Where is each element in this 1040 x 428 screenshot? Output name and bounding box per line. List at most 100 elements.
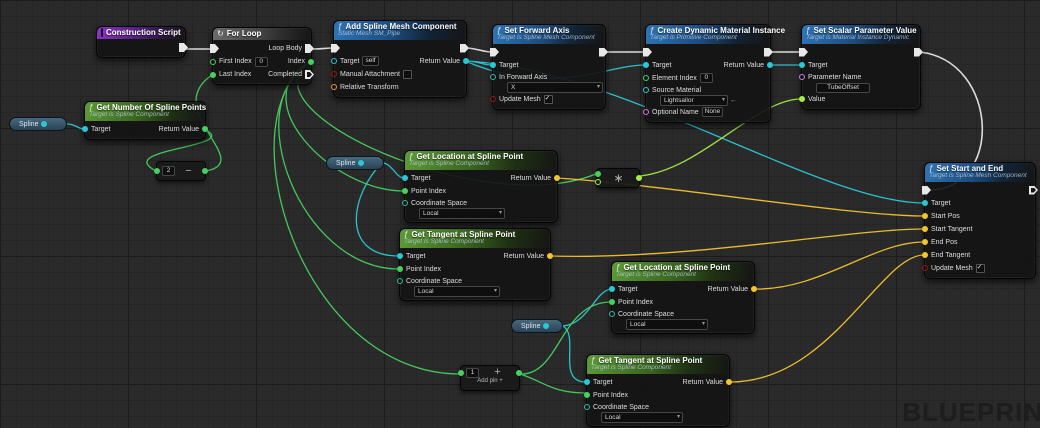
exec-out-pin[interactable] bbox=[764, 48, 773, 57]
target-pin[interactable] bbox=[643, 62, 649, 68]
completed-pin[interactable] bbox=[305, 70, 314, 79]
exec-in-pin[interactable] bbox=[490, 48, 499, 57]
start-tangent-pin[interactable] bbox=[922, 226, 928, 232]
return-value-pin[interactable] bbox=[767, 62, 773, 68]
point-index-pin[interactable] bbox=[397, 266, 403, 272]
point-index-pin[interactable] bbox=[402, 188, 408, 194]
optional-name-input[interactable]: None bbox=[701, 107, 724, 117]
source-material-pin[interactable] bbox=[643, 87, 649, 93]
in-forward-axis-dropdown[interactable]: X bbox=[507, 82, 603, 93]
wire-object[interactable] bbox=[355, 162, 400, 257]
point-index-pin[interactable] bbox=[584, 392, 590, 398]
spline-output-pin[interactable] bbox=[41, 121, 48, 127]
target-pin[interactable] bbox=[609, 286, 615, 292]
exec-in-pin[interactable] bbox=[331, 44, 340, 53]
end-tangent-pin[interactable] bbox=[922, 252, 928, 258]
coordinate-space-pin[interactable] bbox=[397, 278, 403, 284]
target-pin[interactable] bbox=[922, 200, 928, 206]
multiply-input-b-pin[interactable] bbox=[595, 179, 601, 185]
return-value-pin[interactable] bbox=[726, 379, 732, 385]
start-pos-pin[interactable] bbox=[922, 213, 928, 219]
add-value-input[interactable]: 1 bbox=[466, 367, 479, 378]
parameter-name-pin[interactable] bbox=[799, 74, 805, 80]
subtract-input-pin[interactable] bbox=[154, 168, 160, 174]
target-pin[interactable] bbox=[490, 62, 496, 68]
end-pos-pin[interactable] bbox=[922, 239, 928, 245]
exec-in-pin[interactable] bbox=[643, 48, 652, 57]
wire-object[interactable] bbox=[381, 162, 405, 179]
coordinate-space-dropdown[interactable]: Local bbox=[419, 208, 505, 219]
wire-exec[interactable] bbox=[464, 47, 493, 53]
coordinate-space-dropdown[interactable]: Local bbox=[601, 412, 683, 423]
multiply-output-pin[interactable] bbox=[636, 175, 642, 181]
coordinate-space-pin[interactable] bbox=[402, 200, 408, 206]
exec-out-pin[interactable] bbox=[460, 44, 469, 53]
coordinate-space-pin[interactable] bbox=[584, 404, 590, 410]
node-get-location-at-spline-point-end[interactable]: ƒ Get Location at Spline Point Target is… bbox=[609, 261, 757, 334]
target-pin[interactable] bbox=[799, 62, 805, 68]
element-index-input[interactable]: 0 bbox=[699, 73, 713, 83]
return-value-pin[interactable] bbox=[463, 58, 469, 64]
in-forward-axis-pin[interactable] bbox=[490, 74, 496, 80]
blueprint-graph-canvas[interactable]: BLUEPRINT Construction Script ↻ For Loop… bbox=[0, 0, 1040, 428]
add-input-pin[interactable] bbox=[458, 369, 464, 376]
coordinate-space-dropdown[interactable]: Local bbox=[626, 319, 708, 330]
subtract-value-input[interactable]: 2 bbox=[162, 166, 175, 176]
update-mesh-pin[interactable] bbox=[490, 96, 496, 102]
subtract-output-pin[interactable] bbox=[202, 168, 208, 174]
exec-in-pin[interactable] bbox=[799, 48, 808, 57]
target-pin[interactable] bbox=[402, 175, 408, 181]
variable-get-spline-1[interactable]: Spline bbox=[9, 117, 67, 131]
node-set-forward-axis[interactable]: ƒ Set Forward Axis Target is Spline Mesh… bbox=[490, 24, 608, 110]
exec-out-pin[interactable] bbox=[179, 43, 188, 52]
node-multiply[interactable]: ∗ bbox=[595, 168, 642, 188]
exec-out-pin[interactable] bbox=[599, 48, 608, 57]
target-pin[interactable] bbox=[584, 379, 590, 385]
target-pin[interactable] bbox=[397, 253, 403, 259]
node-get-location-at-spline-point-start[interactable]: ƒ Get Location at Spline Point Target is… bbox=[402, 150, 560, 223]
value-pin[interactable] bbox=[799, 96, 805, 102]
point-index-pin[interactable] bbox=[609, 299, 615, 305]
node-get-tangent-at-spline-point-end[interactable]: ƒ Get Tangent at Spline Point Target is … bbox=[584, 354, 732, 427]
index-pin[interactable] bbox=[308, 58, 314, 65]
variable-get-spline-3[interactable]: Spline bbox=[511, 319, 563, 333]
add-pin-button[interactable]: Add pin + bbox=[463, 378, 517, 385]
node-set-scalar-parameter-value[interactable]: ƒ Set Scalar Parameter Value Target is M… bbox=[799, 24, 921, 110]
node-add-spline-mesh-component[interactable]: ƒ Add Spline Mesh Component Static Mesh … bbox=[331, 20, 469, 98]
return-value-pin[interactable] bbox=[202, 126, 208, 132]
multiply-input-a-pin[interactable] bbox=[595, 171, 601, 177]
wire-object[interactable] bbox=[562, 325, 587, 383]
manual-attachment-checkbox[interactable] bbox=[402, 69, 412, 79]
manual-attachment-pin[interactable] bbox=[331, 71, 337, 77]
add-output-pin[interactable] bbox=[516, 369, 522, 376]
target-pin[interactable] bbox=[331, 58, 337, 64]
last-index-pin[interactable] bbox=[210, 71, 216, 78]
optional-name-pin[interactable] bbox=[643, 109, 649, 115]
node-get-tangent-at-spline-point-start[interactable]: ƒ Get Tangent at Spline Point Target is … bbox=[397, 228, 553, 301]
return-value-pin[interactable] bbox=[554, 175, 560, 181]
node-construction-script[interactable]: Construction Script bbox=[96, 26, 186, 58]
update-mesh-checkbox[interactable] bbox=[543, 94, 553, 104]
first-index-pin[interactable] bbox=[210, 58, 216, 65]
source-material-picker[interactable]: Lightsailor bbox=[660, 95, 728, 106]
element-index-pin[interactable] bbox=[643, 75, 649, 81]
target-value[interactable]: self bbox=[362, 56, 379, 66]
node-set-start-and-end[interactable]: ƒ Set Start and End Target is Spline Mes… bbox=[922, 162, 1036, 279]
node-int-subtract[interactable]: 2 − bbox=[154, 161, 208, 181]
wire-vector[interactable] bbox=[752, 241, 925, 290]
coordinate-space-dropdown[interactable]: Local bbox=[414, 286, 500, 297]
first-index-input[interactable]: 0 bbox=[254, 56, 268, 67]
update-mesh-checkbox[interactable] bbox=[975, 263, 985, 273]
parameter-name-input[interactable]: TubeOffset bbox=[816, 82, 870, 93]
node-create-dynamic-material-instance[interactable]: ƒ Create Dynamic Material Instance Targe… bbox=[643, 24, 785, 123]
exec-in-pin[interactable] bbox=[210, 44, 219, 53]
spline-output-pin[interactable] bbox=[543, 323, 550, 329]
spline-output-pin[interactable] bbox=[358, 160, 365, 166]
node-get-number-of-spline-points[interactable]: ƒ Get Number Of Spline Points Target is … bbox=[82, 101, 208, 140]
relative-transform-pin[interactable] bbox=[331, 84, 337, 90]
exec-in-pin[interactable] bbox=[922, 186, 931, 195]
wire-vector[interactable] bbox=[548, 228, 925, 257]
wire-int[interactable] bbox=[519, 373, 587, 394]
return-value-pin[interactable] bbox=[751, 286, 757, 292]
return-value-pin[interactable] bbox=[547, 253, 553, 259]
